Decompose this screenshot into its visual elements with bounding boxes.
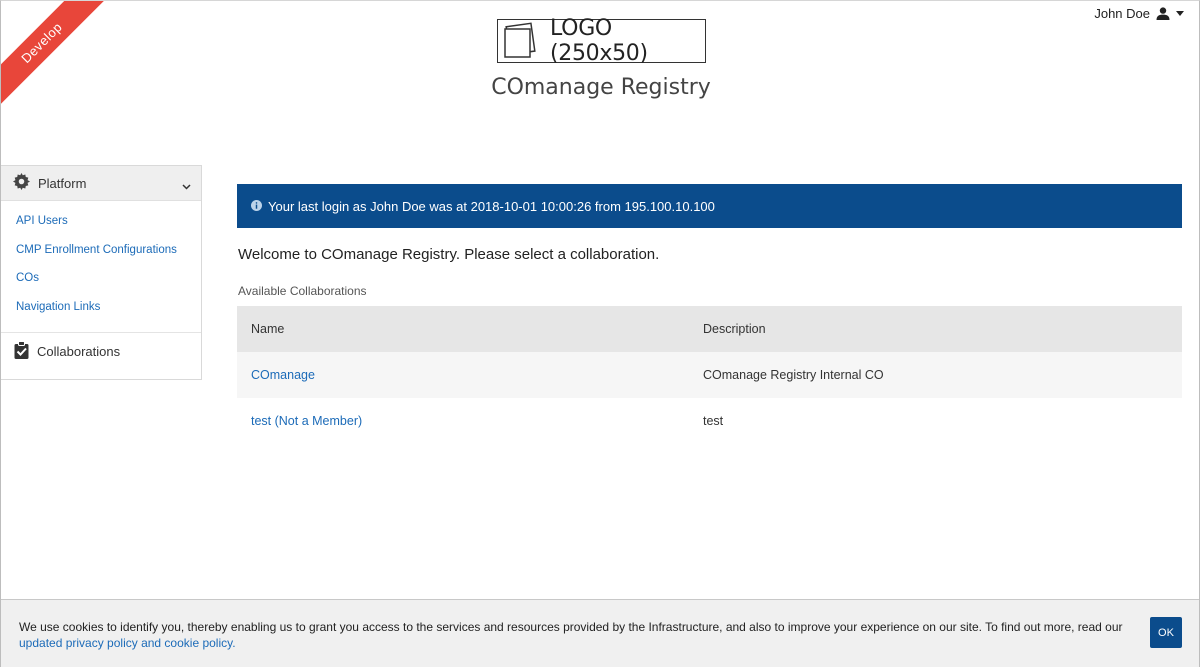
table-cell-name: test (Not a Member) (237, 414, 703, 428)
collaboration-link-comanage[interactable]: COmanage (251, 368, 315, 382)
last-login-alert: Your last login as John Doe was at 2018-… (237, 184, 1182, 228)
logo: LOGO (250x50) (497, 16, 706, 66)
sidebar-platform-label: Platform (38, 175, 87, 191)
privacy-policy-link[interactable]: updated privacy policy and cookie policy… (19, 636, 236, 650)
table-cell-description: test (703, 414, 724, 428)
sidebar-collaborations-label: Collaborations (37, 343, 121, 359)
info-icon (251, 199, 262, 214)
user-icon (1156, 7, 1170, 20)
column-header-description: Description (703, 322, 766, 336)
cookie-message-text: We use cookies to identify you, thereby … (19, 620, 1123, 634)
table-header-row: Name Description (237, 306, 1182, 352)
cookie-consent-bar: We use cookies to identify you, thereby … (1, 599, 1199, 667)
cookie-message: We use cookies to identify you, thereby … (19, 619, 1129, 651)
sidebar-platform-links: API Users CMP Enrollment Configurations … (1, 201, 201, 323)
sidebar-item-api-users[interactable]: API Users (1, 209, 201, 238)
clipboard-check-icon (13, 340, 30, 362)
develop-ribbon: Develop (1, 1, 111, 111)
cookie-ok-button[interactable]: OK (1150, 617, 1182, 648)
user-name: John Doe (1094, 6, 1150, 21)
last-login-text: Your last login as John Doe was at 2018-… (268, 198, 715, 214)
collaboration-link-test[interactable]: test (Not a Member) (251, 414, 362, 428)
collaborations-table: Name Description COmanage COmanage Regis… (237, 306, 1182, 444)
sidebar-platform-header[interactable]: Platform (1, 166, 201, 201)
app-title: COmanage Registry (491, 75, 711, 100)
column-header-name: Name (251, 322, 285, 336)
develop-ribbon-label: Develop (1, 1, 111, 111)
sidebar: Platform API Users CMP Enrollment Config… (1, 165, 202, 380)
sidebar-item-cos[interactable]: COs (1, 266, 201, 295)
table-cell-name: COmanage (237, 368, 703, 382)
table-row: COmanage COmanage Registry Internal CO (237, 352, 1182, 398)
user-menu[interactable]: John Doe (1094, 6, 1184, 21)
sidebar-item-collaborations[interactable]: Collaborations (1, 332, 201, 369)
available-collaborations-heading: Available Collaborations (238, 284, 367, 298)
sidebar-item-cmp-enrollment-configurations[interactable]: CMP Enrollment Configurations (1, 238, 201, 267)
caret-down-icon (1176, 10, 1184, 17)
chevron-down-icon (182, 178, 191, 193)
table-row: test (Not a Member) test (237, 398, 1182, 444)
table-cell-description: COmanage Registry Internal CO (703, 368, 884, 382)
gear-icon (13, 173, 30, 193)
sidebar-item-navigation-links[interactable]: Navigation Links (1, 295, 201, 324)
welcome-message: Welcome to COmanage Registry. Please sel… (238, 246, 660, 263)
logo-text: LOGO (250x50) (550, 16, 648, 66)
image-placeholder-icon (500, 21, 540, 61)
